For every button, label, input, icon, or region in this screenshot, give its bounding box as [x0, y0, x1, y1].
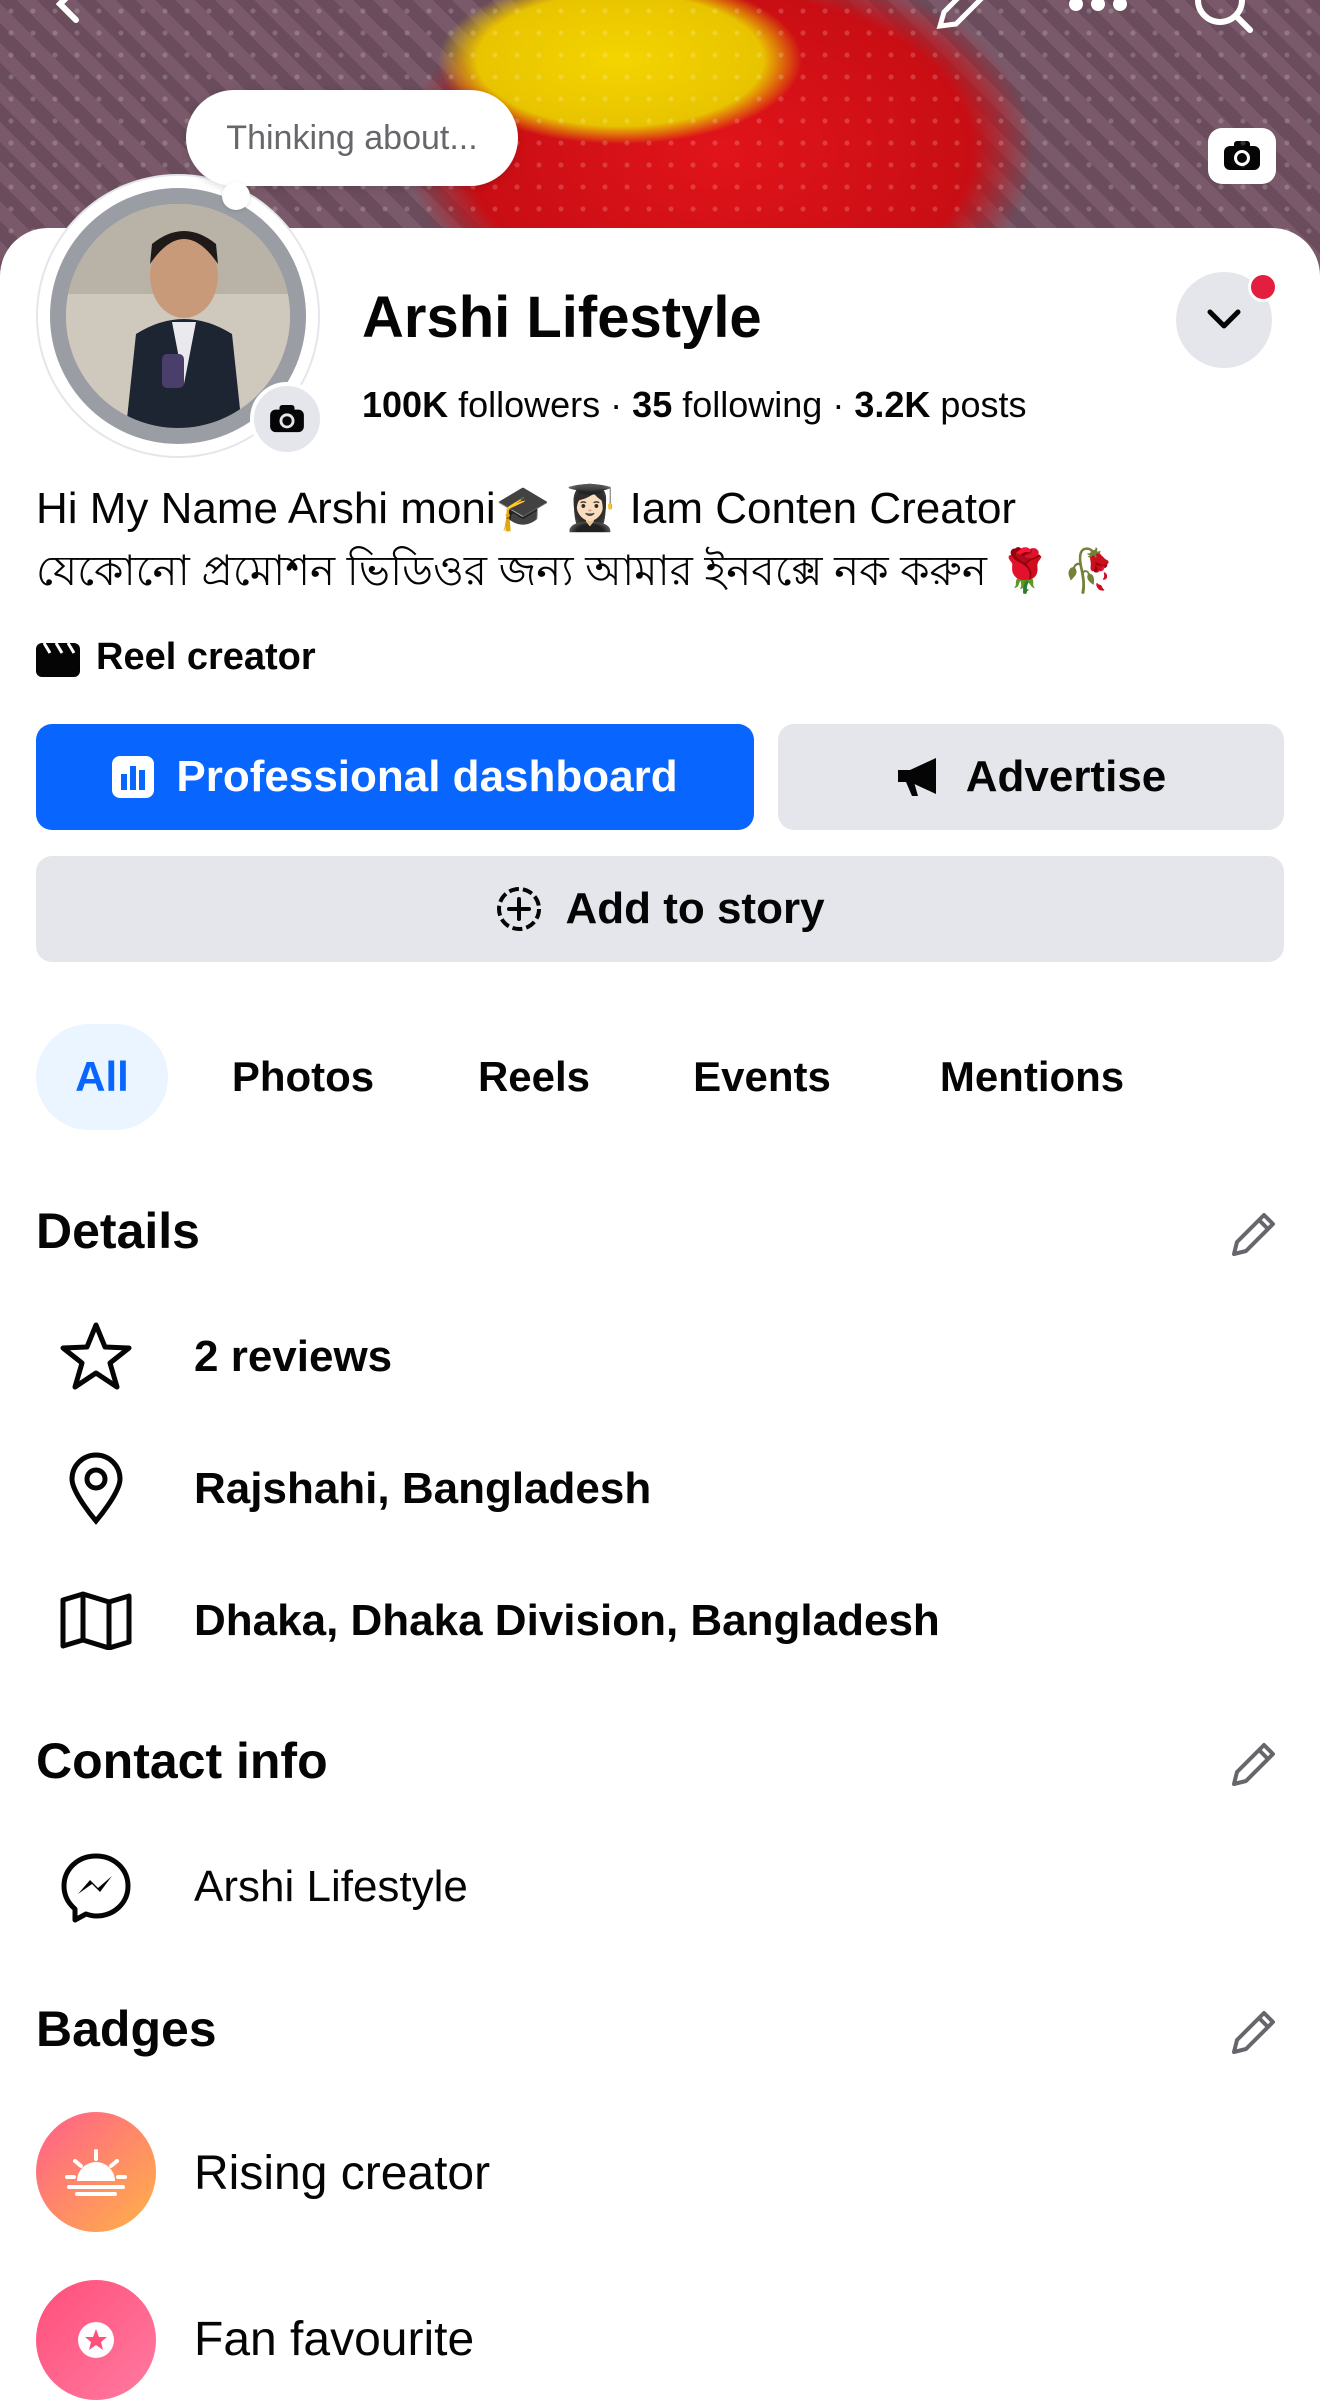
- tab-events[interactable]: Events: [670, 1024, 854, 1130]
- notification-dot: [1248, 272, 1278, 302]
- details-title: Details: [36, 1203, 200, 1259]
- add-story-label: Add to story: [565, 884, 825, 933]
- reviews-text[interactable]: 2 reviews: [194, 1332, 392, 1382]
- stats-separator: ·: [610, 384, 623, 425]
- fan-favourite-label: Fan favourite: [194, 2313, 475, 2366]
- tab-all[interactable]: All: [36, 1024, 168, 1130]
- edit-contact-icon[interactable]: [1226, 1736, 1282, 1792]
- more-icon[interactable]: [1068, 0, 1128, 21]
- following-count: 35: [632, 384, 673, 425]
- advertise-label: Advertise: [965, 752, 1167, 801]
- edit-details-icon[interactable]: [1226, 1206, 1282, 1262]
- thought-bubble-tail: [222, 182, 250, 210]
- avatar-camera-icon[interactable]: [250, 382, 324, 456]
- messenger-name[interactable]: Arshi Lifestyle: [194, 1862, 468, 1912]
- badges-title: Badges: [36, 2001, 217, 2057]
- tab-mentions[interactable]: Mentions: [914, 1024, 1150, 1130]
- dashboard-label: Professional dashboard: [176, 752, 678, 801]
- posts-label: posts: [940, 384, 1027, 425]
- clapperboard-icon: [36, 641, 80, 677]
- edit-badges-icon[interactable]: [1226, 2004, 1282, 2060]
- stats-separator: ·: [832, 384, 845, 425]
- location-pin-icon: [56, 1448, 136, 1528]
- posts-count: 3.2K: [854, 384, 931, 425]
- megaphone-icon: [897, 758, 936, 796]
- rising-creator-badge-icon: [36, 2112, 156, 2232]
- hometown-text: Dhaka, Dhaka Division, Bangladesh: [194, 1596, 940, 1645]
- add-to-story-button[interactable]: Add to story: [36, 856, 1284, 962]
- bio-line-1: Hi My Name Arshi moni🎓 👩🏻‍🎓 Iam Conten C…: [36, 484, 1017, 533]
- search-icon[interactable]: [1192, 0, 1256, 43]
- category-label: Reel creator: [96, 636, 316, 678]
- category-row: Reel creator: [36, 636, 316, 679]
- pencil-icon[interactable]: [932, 0, 988, 35]
- thought-bubble[interactable]: Thinking about...: [186, 90, 518, 186]
- add-story-icon: [497, 887, 542, 931]
- followers-label: followers: [458, 384, 601, 425]
- cover-camera-icon[interactable]: [1208, 128, 1276, 184]
- dashboard-icon: [112, 756, 155, 798]
- professional-dashboard-button[interactable]: Professional dashboard: [36, 724, 754, 830]
- bio-line-2: যেকোনো প্রমোশন ভিডিওর জন্য আমার ইনবক্সে …: [36, 547, 1115, 594]
- messenger-icon: [56, 1848, 136, 1928]
- rising-creator-label: Rising creator: [194, 2147, 491, 2200]
- profile-stats[interactable]: 100K followers · 35 following · 3.2K pos…: [362, 384, 1026, 426]
- location-text: Rajshahi, Bangladesh: [194, 1464, 652, 1513]
- advertise-button[interactable]: Advertise: [778, 724, 1284, 830]
- profile-name: Arshi Lifestyle: [362, 285, 762, 350]
- following-label: following: [682, 384, 823, 425]
- star-icon: [56, 1316, 136, 1396]
- contact-info-title: Contact info: [36, 1733, 328, 1789]
- chevron-down-icon: [1207, 309, 1241, 329]
- tab-reels[interactable]: Reels: [456, 1024, 612, 1130]
- followers-count: 100K: [362, 384, 449, 425]
- fan-favourite-badge-icon: [36, 2280, 156, 2400]
- map-icon: [56, 1580, 136, 1660]
- tab-photos[interactable]: Photos: [208, 1024, 398, 1130]
- back-arrow-icon[interactable]: [50, 0, 90, 33]
